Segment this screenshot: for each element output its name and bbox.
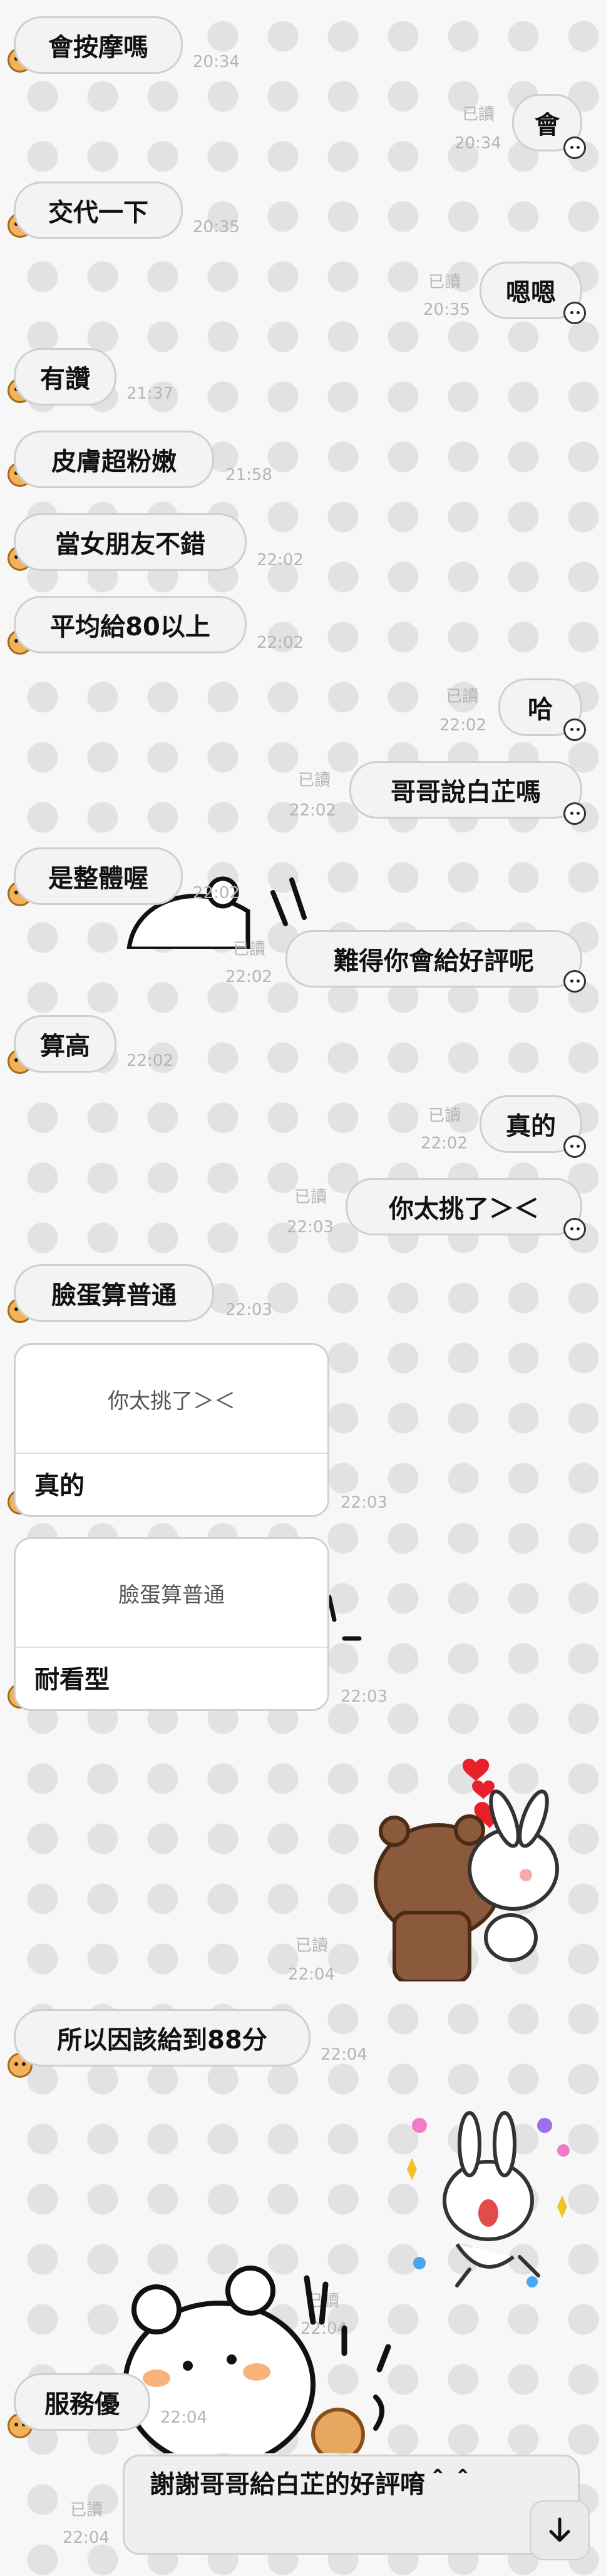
bunny-dance-sticker[interactable] — [394, 2100, 576, 2288]
white-bear-sticker — [123, 2266, 391, 2453]
message-text: 真的 — [34, 1471, 85, 1500]
bear-bunny-hug-sticker[interactable] — [369, 1750, 576, 1981]
message-bubble-in[interactable]: 皮膚超粉嫩 — [14, 431, 214, 488]
message-bubble-in[interactable]: 服務優 — [14, 2373, 150, 2431]
read-receipt: 已讀 — [428, 1107, 461, 1125]
message-time: 20:35 — [423, 300, 470, 319]
quoted-message[interactable]: 你太挑了＞＜ — [16, 1345, 327, 1454]
bunny-face-icon — [563, 136, 586, 159]
read-receipt: 已讀 — [446, 687, 479, 706]
message-text: 皮膚超粉嫩 — [51, 447, 177, 476]
message-time: 22:02 — [421, 1134, 468, 1153]
read-receipt: 已讀 — [70, 2501, 103, 2520]
message-bubble-in[interactable]: 會按摩嗎 — [14, 16, 183, 74]
message-text: 耐看型 — [34, 1665, 110, 1694]
message-time: 22:03 — [287, 1218, 334, 1237]
message-text: 哈 — [528, 695, 553, 724]
message-text: 嗯嗯 — [506, 279, 556, 307]
message-time: 22:02 — [289, 801, 336, 820]
message-text: 所以因該給到88分 — [57, 2026, 267, 2055]
message-text: 真的 — [506, 1112, 556, 1141]
message-input-text: 謝謝哥哥給白芷的好評唷＾＾ — [150, 2470, 475, 2499]
message-text: 是整體喔 — [48, 864, 148, 893]
message-bubble-out[interactable]: 難得你會給好評呢 — [285, 930, 582, 988]
bunny-face-icon — [563, 718, 586, 741]
message-text: 會 — [535, 111, 560, 140]
bunny-face-icon — [563, 802, 586, 825]
message-bubble-in[interactable]: 所以因該給到88分 — [14, 2009, 311, 2067]
message-text: 你太挑了＞＜ — [389, 1195, 539, 1224]
message-time: 22:02 — [193, 884, 240, 902]
message-time: 22:02 — [257, 551, 304, 570]
message-time: 22:04 — [321, 2045, 367, 2064]
message-text: 服務優 — [44, 2390, 120, 2419]
message-time: 21:37 — [126, 384, 173, 403]
bunny-face-icon — [563, 302, 586, 324]
bunny-face-icon — [563, 970, 586, 993]
read-receipt: 已讀 — [462, 105, 495, 124]
message-text: 交代一下 — [48, 198, 148, 227]
message-time: 22:03 — [341, 1493, 388, 1512]
message-time: 22:04 — [288, 1965, 335, 1984]
message-bubble-in[interactable]: 有讚 — [14, 348, 116, 406]
message-text: 臉蛋算普通 — [51, 1281, 177, 1310]
message-text: 算高 — [40, 1032, 90, 1061]
message-text: 當女朋友不錯 — [55, 530, 205, 559]
message-text: 平均給80以上 — [50, 613, 210, 641]
arrow-down-icon — [549, 2517, 570, 2542]
message-time: 22:02 — [439, 716, 486, 735]
message-time: 20:34 — [193, 53, 240, 71]
message-bubble-in[interactable]: 當女朋友不錯 — [14, 513, 247, 571]
scroll-to-bottom-button[interactable] — [530, 2500, 590, 2560]
sticker-fragment — [327, 1595, 362, 1641]
message-time: 22:02 — [225, 968, 272, 986]
read-receipt: 已讀 — [428, 273, 461, 292]
message-bubble-out[interactable]: 你太挑了＞＜ — [346, 1178, 582, 1235]
message-time: 22:04 — [63, 2528, 110, 2547]
reply-bubble[interactable]: 臉蛋算普通 耐看型 — [14, 1537, 329, 1711]
message-time: 21:58 — [225, 466, 272, 484]
message-time: 22:02 — [126, 1051, 173, 1070]
message-input[interactable]: 謝謝哥哥給白芷的好評唷＾＾ — [123, 2455, 580, 2555]
message-bubble-in[interactable]: 臉蛋算普通 — [14, 1264, 214, 1322]
message-time: 20:35 — [193, 218, 240, 237]
message-text: 有讚 — [40, 365, 90, 394]
message-bubble-in[interactable]: 交代一下 — [14, 181, 183, 239]
quoted-message[interactable]: 臉蛋算普通 — [16, 1539, 327, 1648]
message-time: 20:34 — [454, 134, 501, 153]
message-text: 會按摩嗎 — [48, 33, 148, 62]
message-bubble-out[interactable]: 哥哥說白芷嗎 — [349, 761, 582, 819]
read-receipt: 已讀 — [295, 1936, 329, 1955]
message-bubble-in[interactable]: 是整體喔 — [14, 847, 183, 905]
read-receipt: 已讀 — [298, 771, 331, 790]
read-receipt: 已讀 — [233, 940, 266, 959]
bunny-face-icon — [563, 1135, 586, 1158]
message-text: 難得你會給好評呢 — [334, 947, 534, 976]
message-text: 哥哥說白芷嗎 — [391, 778, 541, 807]
message-bubble-in[interactable]: 算高 — [14, 1015, 116, 1073]
message-time: 22:03 — [225, 1301, 272, 1319]
message-time: 22:03 — [341, 1687, 388, 1706]
read-receipt: 已讀 — [294, 1188, 327, 1207]
message-bubble-in[interactable]: 平均給80以上 — [14, 596, 247, 653]
message-time: 22:04 — [160, 2408, 207, 2427]
reply-bubble[interactable]: 你太挑了＞＜ 真的 — [14, 1343, 329, 1517]
message-time: 22:02 — [257, 633, 304, 652]
bunny-face-icon — [563, 1218, 586, 1240]
